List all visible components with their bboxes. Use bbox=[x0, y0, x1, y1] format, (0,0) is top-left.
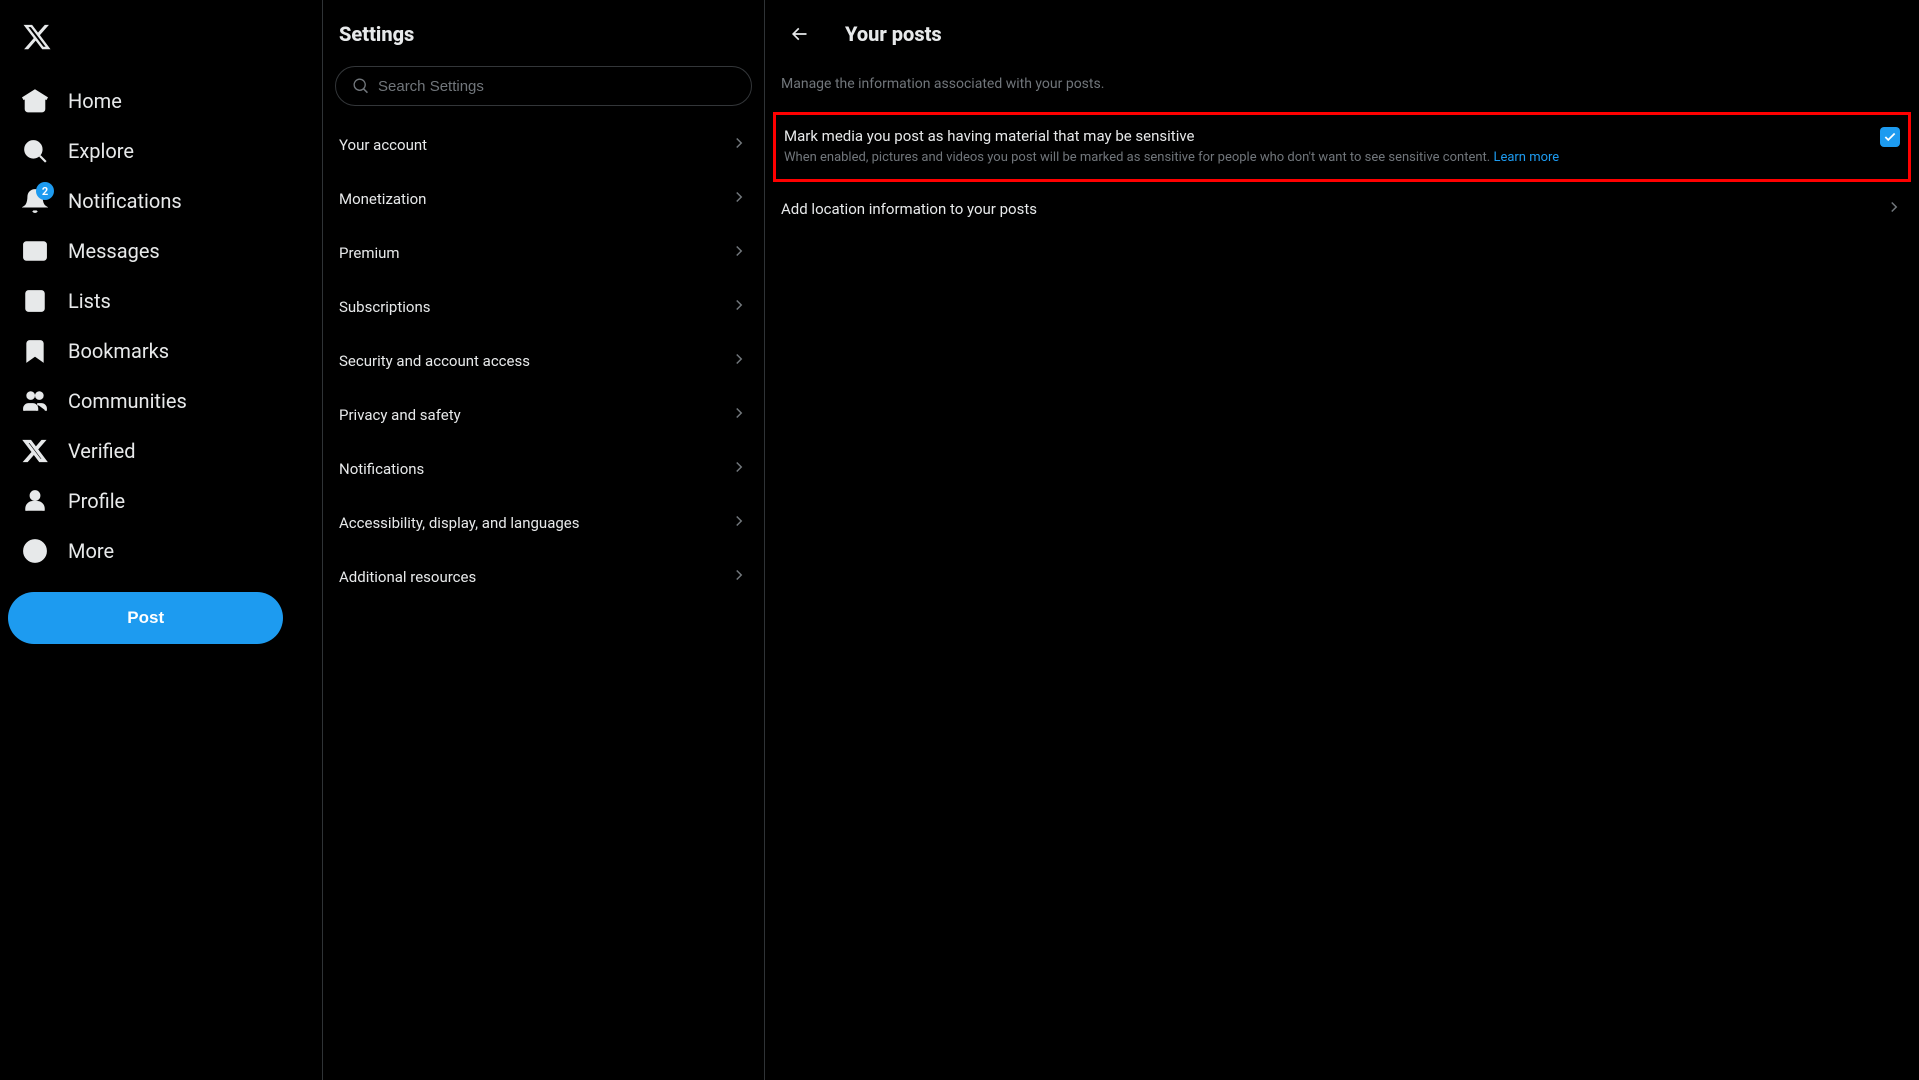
search-icon bbox=[22, 138, 48, 164]
settings-item-label: Security and account access bbox=[339, 352, 530, 370]
sensitive-media-title: Mark media you post as having material t… bbox=[784, 127, 1860, 145]
nav-label: More bbox=[68, 539, 114, 563]
chevron-right-icon bbox=[730, 188, 748, 210]
detail-column: Your posts Manage the information associ… bbox=[765, 0, 1919, 1080]
nav-communities[interactable]: Communities bbox=[8, 376, 314, 426]
add-location-label: Add location information to your posts bbox=[781, 200, 1037, 218]
search-settings[interactable] bbox=[335, 66, 752, 106]
learn-more-link[interactable]: Learn more bbox=[1493, 150, 1559, 165]
notification-badge: 2 bbox=[36, 182, 54, 200]
settings-item-security[interactable]: Security and account access bbox=[323, 334, 764, 388]
chevron-right-icon bbox=[730, 242, 748, 264]
primary-sidebar: Home Explore 2 Notifications Messages Li… bbox=[0, 0, 323, 1080]
nav-lists[interactable]: Lists bbox=[8, 276, 314, 326]
settings-item-privacy[interactable]: Privacy and safety bbox=[323, 388, 764, 442]
chevron-right-icon bbox=[730, 404, 748, 426]
bell-icon: 2 bbox=[22, 188, 48, 214]
check-icon bbox=[1883, 130, 1897, 144]
settings-item-label: Your account bbox=[339, 136, 427, 154]
settings-item-label: Notifications bbox=[339, 460, 424, 478]
settings-item-additional[interactable]: Additional resources bbox=[323, 550, 764, 604]
nav-label: Communities bbox=[68, 389, 187, 413]
nav-label: Verified bbox=[68, 439, 136, 463]
settings-item-monetization[interactable]: Monetization bbox=[323, 172, 764, 226]
search-icon bbox=[352, 77, 370, 95]
chevron-right-icon bbox=[730, 458, 748, 480]
settings-item-label: Subscriptions bbox=[339, 298, 430, 316]
settings-item-notifications[interactable]: Notifications bbox=[323, 442, 764, 496]
nav-label: Bookmarks bbox=[68, 339, 169, 363]
nav-bookmarks[interactable]: Bookmarks bbox=[8, 326, 314, 376]
nav-label: Notifications bbox=[68, 189, 182, 213]
nav-messages[interactable]: Messages bbox=[8, 226, 314, 276]
x-logo[interactable] bbox=[8, 10, 314, 68]
settings-item-accessibility[interactable]: Accessibility, display, and languages bbox=[323, 496, 764, 550]
settings-title: Settings bbox=[323, 12, 764, 66]
nav-label: Profile bbox=[68, 489, 125, 513]
settings-item-label: Premium bbox=[339, 244, 400, 262]
list-icon bbox=[22, 288, 48, 314]
chevron-right-icon bbox=[730, 134, 748, 156]
settings-item-premium[interactable]: Premium bbox=[323, 226, 764, 280]
add-location-row[interactable]: Add location information to your posts bbox=[765, 182, 1919, 236]
detail-description: Manage the information associated with y… bbox=[765, 64, 1919, 112]
nav-more[interactable]: More bbox=[8, 526, 314, 576]
settings-item-label: Additional resources bbox=[339, 568, 476, 586]
settings-item-subscriptions[interactable]: Subscriptions bbox=[323, 280, 764, 334]
back-button[interactable] bbox=[781, 16, 817, 52]
sensitive-media-subtitle: When enabled, pictures and videos you po… bbox=[784, 149, 1860, 167]
home-icon bbox=[22, 88, 48, 114]
nav-label: Messages bbox=[68, 239, 160, 263]
nav-notifications[interactable]: 2 Notifications bbox=[8, 176, 314, 226]
post-button[interactable]: Post bbox=[8, 592, 283, 644]
chevron-right-icon bbox=[730, 350, 748, 372]
settings-item-label: Monetization bbox=[339, 190, 426, 208]
person-icon bbox=[22, 488, 48, 514]
bookmark-icon bbox=[22, 338, 48, 364]
nav-label: Explore bbox=[68, 139, 134, 163]
more-icon bbox=[22, 538, 48, 564]
chevron-right-icon bbox=[1885, 198, 1903, 220]
chevron-right-icon bbox=[730, 566, 748, 588]
settings-item-label: Privacy and safety bbox=[339, 406, 461, 424]
nav-profile[interactable]: Profile bbox=[8, 476, 314, 526]
x-icon bbox=[22, 438, 48, 464]
sensitive-media-checkbox[interactable] bbox=[1880, 127, 1900, 147]
detail-title: Your posts bbox=[845, 22, 942, 46]
people-icon bbox=[22, 388, 48, 414]
nav-explore[interactable]: Explore bbox=[8, 126, 314, 176]
nav-label: Home bbox=[68, 89, 122, 113]
search-input[interactable] bbox=[378, 78, 735, 95]
nav-home[interactable]: Home bbox=[8, 76, 314, 126]
arrow-left-icon bbox=[789, 24, 809, 44]
chevron-right-icon bbox=[730, 296, 748, 318]
settings-item-label: Accessibility, display, and languages bbox=[339, 514, 579, 532]
settings-column: Settings Your account Monetization Premi… bbox=[323, 0, 765, 1080]
nav-verified[interactable]: Verified bbox=[8, 426, 314, 476]
nav-label: Lists bbox=[68, 289, 111, 313]
mail-icon bbox=[22, 238, 48, 264]
highlighted-setting: Mark media you post as having material t… bbox=[773, 112, 1911, 182]
chevron-right-icon bbox=[730, 512, 748, 534]
settings-item-your-account[interactable]: Your account bbox=[323, 118, 764, 172]
